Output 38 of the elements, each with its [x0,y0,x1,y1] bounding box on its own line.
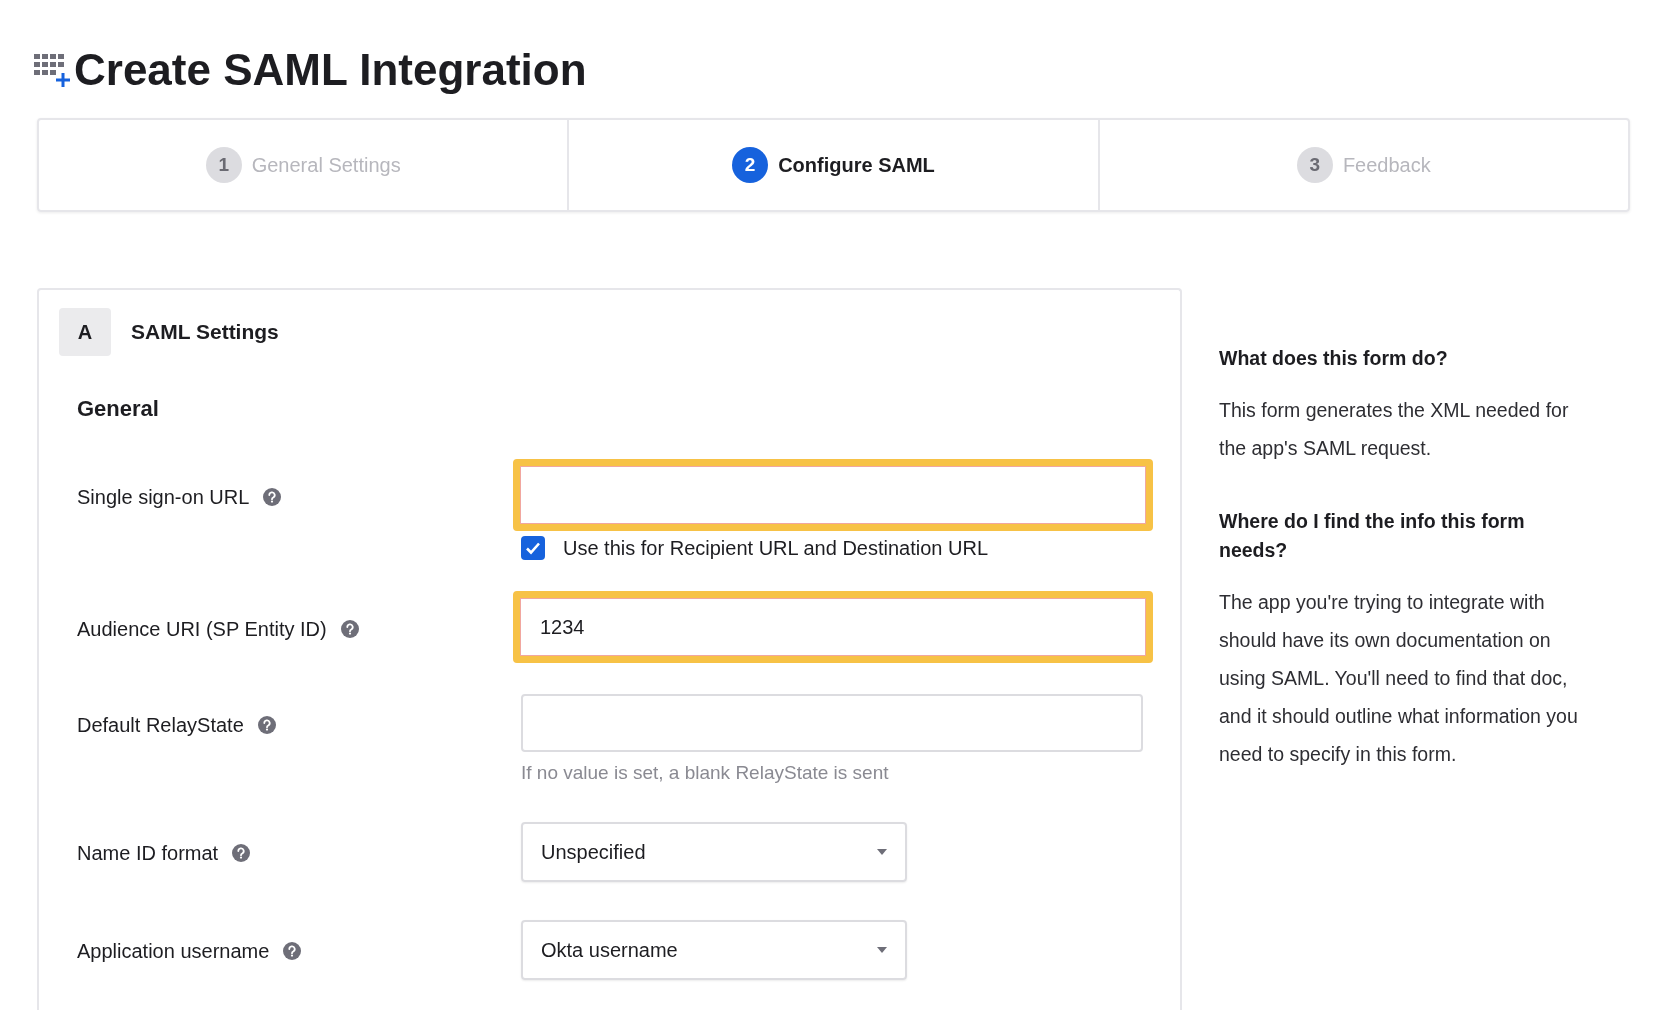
field-label: Default RelayState [77,713,244,737]
step-number-badge: 2 [732,147,769,183]
field-label: Application username [77,939,270,963]
group-heading: General [77,396,160,422]
step-tab[interactable]: 3 Feedback [1099,120,1628,210]
caret-icon [877,947,887,953]
page-title: Create SAML Integration [74,45,587,95]
help-heading: What does this form do? [1219,346,1449,371]
field-label: Name ID format [77,841,219,865]
help-icon[interactable] [283,942,302,960]
step-label: General Settings [251,153,401,177]
help-text: The app you're trying to integrate with should have its own documentation on using SAML. You'll need to find that doc, and it should outline what information you need to specify in this form. [1219,590,1579,767]
grid-plus-icon [34,52,70,88]
input-field[interactable] [521,694,1143,752]
step-number-badge: 1 [205,147,242,183]
dropdown[interactable]: Okta username [521,920,907,980]
dropdown[interactable]: Unspecified [521,822,907,882]
hint-text: If no value is set, a blank RelayState is sent [521,762,890,784]
step-number-badge: 3 [1296,147,1333,183]
step-label: Configure SAML [778,153,935,177]
caret-icon [877,849,887,855]
help-icon[interactable] [263,488,282,506]
step-tab[interactable]: 1 General Settings [39,120,570,210]
help-icon[interactable] [232,844,251,862]
help-icon[interactable] [340,620,359,638]
input-field[interactable] [513,459,1153,531]
checkbox[interactable] [521,536,545,560]
section-title: SAML Settings [131,320,279,344]
help-text: This form generates the XML needed for the app's SAML request. [1219,398,1570,461]
checkbox-label: Use this for Recipient URL and Destination URL [563,536,988,560]
step-tab[interactable]: 2 Configure SAML [569,120,1100,210]
input-field[interactable]: 1234 [513,591,1153,663]
field-label: Audience URI (SP Entity ID) [77,617,327,641]
field-label: Single sign-on URL [77,485,250,509]
help-heading: Where do I find the info this form needs? [1219,509,1526,563]
step-label: Feedback [1342,153,1431,177]
section-letter-badge: A [59,308,111,356]
help-icon[interactable] [257,716,276,734]
